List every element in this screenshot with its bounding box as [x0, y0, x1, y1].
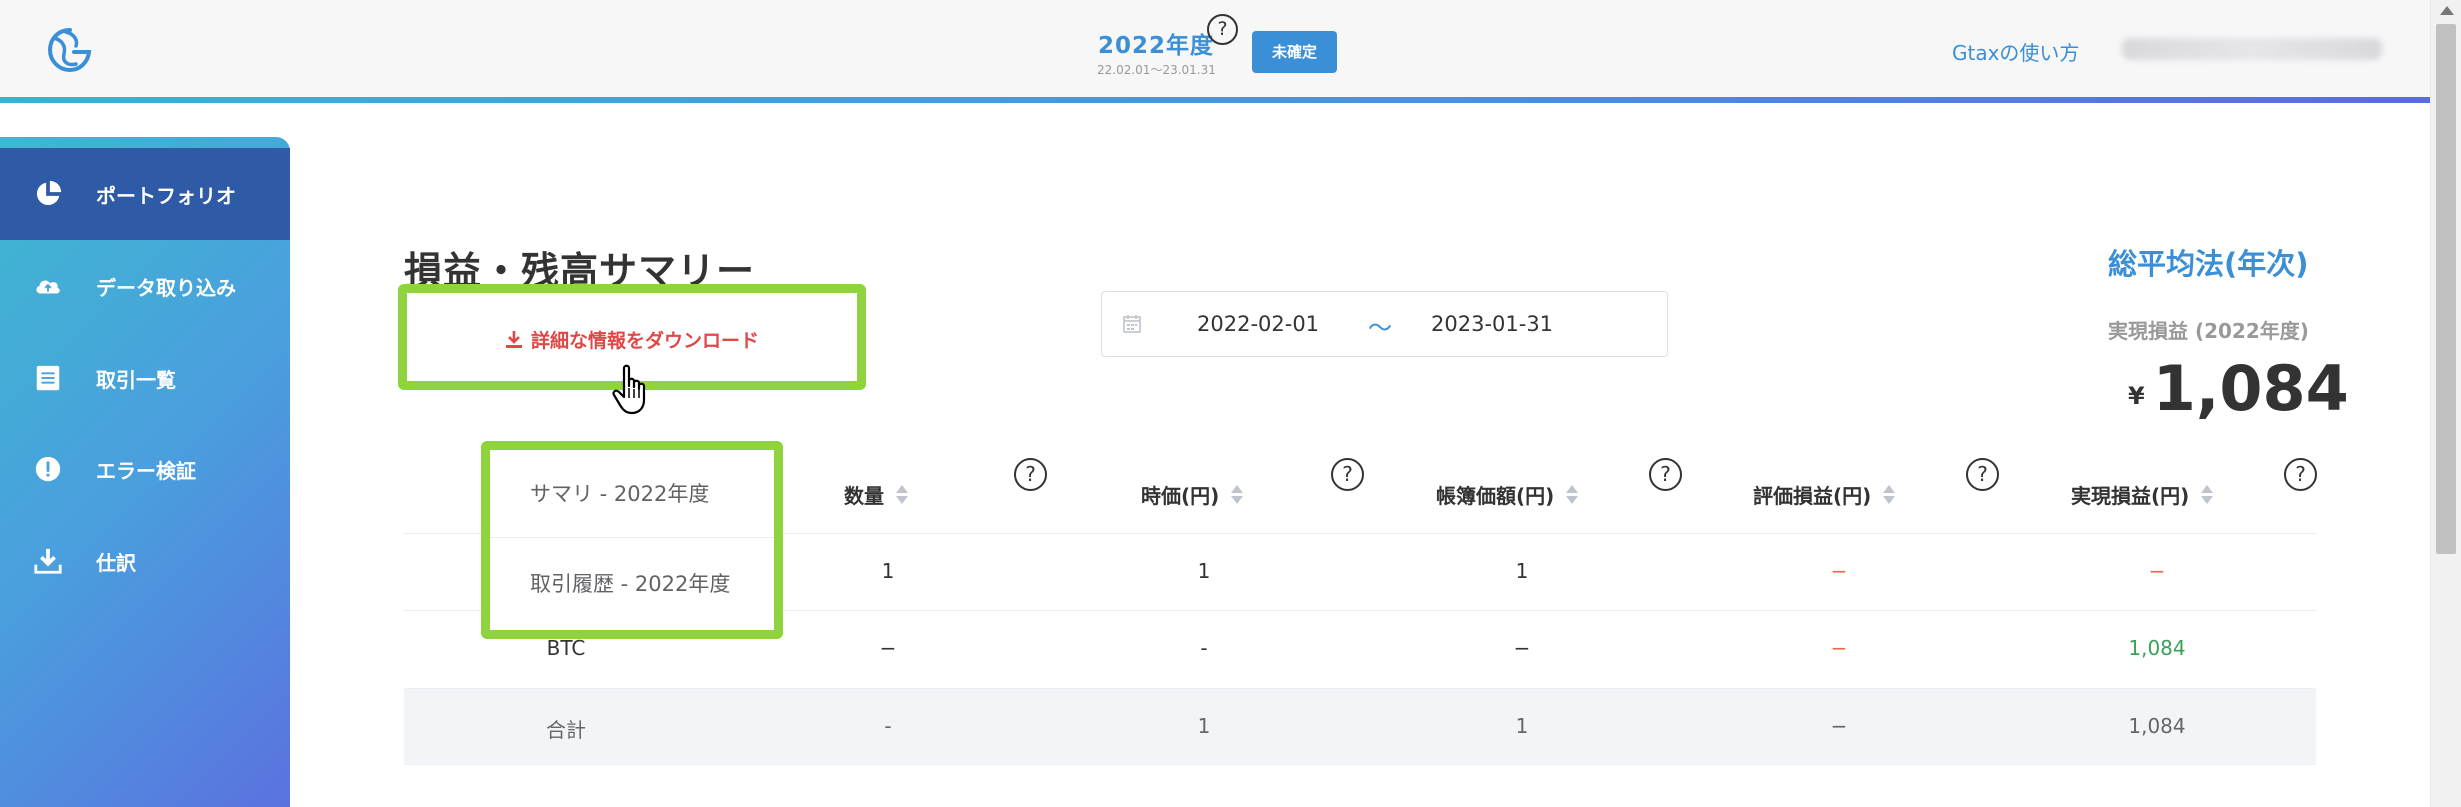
column-header-label: 評価損益(円)	[1753, 484, 1872, 508]
sidebar-item-portfolio[interactable]: ポートフォリオ	[0, 148, 290, 240]
column-header-label: 実現損益(円)	[2071, 484, 2190, 508]
sidebar-item-label: エラー検証	[96, 458, 196, 483]
vertical-scrollbar[interactable]	[2430, 0, 2461, 807]
column-header-label: 数量	[844, 484, 884, 508]
column-header-label: 帳簿価額(円)	[1436, 484, 1555, 508]
scroll-thumb[interactable]	[2436, 24, 2456, 554]
header-divider	[0, 97, 2430, 103]
date-separator: 〜	[1368, 314, 1392, 342]
realized-profit-value: ¥1,084	[2128, 352, 2349, 425]
sort-icon[interactable]	[2201, 484, 2214, 505]
end-date-input[interactable]: 2023-01-31	[1431, 312, 1553, 336]
scroll-up-icon[interactable]	[2440, 6, 2454, 15]
price-cell: 1	[1197, 559, 1211, 583]
fiscal-year-help-icon[interactable]: ?	[1207, 14, 1238, 45]
calendar-icon	[1123, 315, 1141, 333]
sidebar-item-data-import[interactable]: データ取り込み	[0, 240, 290, 332]
status-badge[interactable]: 未確定	[1252, 31, 1337, 73]
realized-cell: −	[2148, 559, 2166, 583]
column-header-price[interactable]: 時価(円)	[1141, 480, 1244, 509]
currency-symbol: ¥	[2128, 382, 2145, 410]
date-range-picker[interactable]: 2022-02-01 〜 2023-01-31	[1101, 291, 1668, 357]
sidebar-item-label: 仕訳	[96, 550, 136, 575]
price-cell: -	[1200, 636, 1208, 660]
dropdown-item-summary[interactable]: サマリ - 2022年度	[490, 450, 774, 538]
sort-icon[interactable]	[896, 484, 908, 505]
calculation-method-link[interactable]: 総平均法(年次)	[2108, 241, 2309, 283]
help-link[interactable]: Gtaxの使い方	[1952, 37, 2079, 66]
pie-chart-icon	[32, 178, 64, 210]
book-value-cell: −	[1513, 636, 1531, 660]
fiscal-year-label[interactable]: 2022年度	[1098, 26, 1214, 60]
cloud-upload-icon	[32, 270, 64, 302]
user-account-menu[interactable]	[2122, 38, 2382, 60]
sort-icon[interactable]	[1231, 484, 1244, 505]
sidebar-item-label: 取引一覧	[96, 367, 176, 392]
quantity-cell: −	[879, 636, 897, 660]
column-header-realized[interactable]: 実現損益(円)	[2071, 480, 2214, 509]
top-header: 2022年度 ? 22.02.01〜23.01.31 未確定 Gtaxの使い方	[0, 0, 2430, 97]
help-icon[interactable]: ?	[1966, 458, 1999, 491]
column-header-book-value[interactable]: 帳簿価額(円)	[1436, 480, 1579, 509]
book-value-cell: 1	[1515, 714, 1529, 738]
app-root: 2022年度 ? 22.02.01〜23.01.31 未確定 Gtaxの使い方 …	[0, 0, 2461, 807]
table-total-row: 合計 - 1 1 − 1,084	[404, 688, 2316, 765]
help-icon[interactable]: ?	[1331, 458, 1364, 491]
sidebar-item-journal[interactable]: 仕訳	[0, 515, 290, 607]
column-header-quantity[interactable]: 数量	[844, 480, 908, 509]
sidebar-item-label: データ取り込み	[96, 275, 236, 300]
quantity-cell: 1	[881, 559, 895, 583]
sidebar-item-error-check[interactable]: エラー検証	[0, 423, 290, 515]
asset-name-cell: BTC	[546, 636, 586, 660]
download-icon	[506, 330, 522, 348]
hand-pointer-icon	[612, 364, 646, 415]
fiscal-year-range: 22.02.01〜23.01.31	[1097, 63, 1216, 77]
realized-profit-amount: 1,084	[2152, 352, 2349, 425]
sidebar-item-label: ポートフォリオ	[96, 183, 236, 208]
sidebar-item-transactions[interactable]: 取引一覧	[0, 332, 290, 424]
download-button-content: 詳細な情報をダウンロード	[505, 326, 759, 353]
unrealized-cell: −	[1830, 636, 1848, 660]
sort-icon[interactable]	[1566, 484, 1579, 505]
column-header-label: 時価(円)	[1141, 484, 1220, 508]
help-icon[interactable]: ?	[2284, 458, 2317, 491]
list-icon	[32, 362, 64, 394]
unrealized-cell: −	[1830, 559, 1848, 583]
book-value-cell: 1	[1515, 559, 1529, 583]
realized-cell: 1,084	[2128, 636, 2186, 660]
start-date-input[interactable]: 2022-02-01	[1197, 312, 1319, 336]
total-label-cell: 合計	[546, 718, 586, 742]
realized-profit-label: 実現損益 (2022年度)	[2108, 319, 2309, 343]
alert-icon	[32, 453, 64, 485]
download-button-label: 詳細な情報をダウンロード	[531, 330, 760, 352]
download-icon	[32, 545, 64, 577]
quantity-cell: -	[884, 714, 892, 738]
gtax-logo-icon[interactable]	[44, 24, 96, 76]
download-dropdown-menu: サマリ - 2022年度 取引履歴 - 2022年度	[481, 441, 783, 639]
help-icon[interactable]: ?	[1014, 458, 1047, 491]
sort-icon[interactable]	[1883, 484, 1896, 505]
realized-cell: 1,084	[2128, 714, 2186, 738]
unrealized-cell: −	[1830, 714, 1848, 738]
column-header-unrealized[interactable]: 評価損益(円)	[1753, 480, 1896, 509]
sidebar: ポートフォリオ データ取り込み 取引一覧エラー検証仕訳	[0, 137, 290, 807]
help-icon[interactable]: ?	[1649, 458, 1682, 491]
price-cell: 1	[1197, 714, 1211, 738]
dropdown-item-history[interactable]: 取引履歴 - 2022年度	[490, 540, 774, 628]
